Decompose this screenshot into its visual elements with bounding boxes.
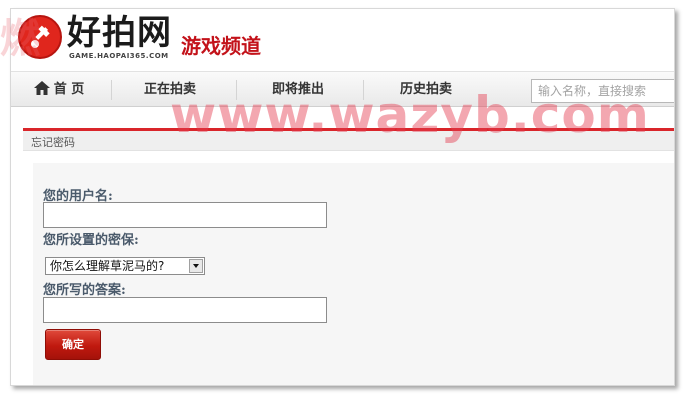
dropdown-arrow-icon[interactable] [189, 259, 203, 273]
security-question-label: 您所设置的密保: [43, 233, 139, 248]
home-icon [33, 81, 50, 95]
answer-label: 您所写的答案: [43, 283, 126, 298]
logo-name[interactable]: 好拍网 [67, 13, 172, 53]
security-question-value: 你怎么理解草泥马的? [50, 259, 165, 273]
watermark-left: 燃 [0, 16, 40, 62]
nav-divider [111, 80, 112, 100]
section-title: 忘记密码 [31, 136, 75, 149]
forgot-password-form: 您的用户名: 您所设置的密保: 你怎么理解草泥马的? 您所写的答案: 确定 [33, 163, 674, 385]
page-frame: 好拍网 GAME.HAOPAI365.COM 游戏频道 首 页 正在拍卖 即将推… [10, 8, 675, 386]
logo-domain: GAME.HAOPAI365.COM [69, 52, 169, 60]
channel-title: 游戏频道 [181, 34, 261, 58]
watermark-url: www.wazyb.com [170, 86, 650, 144]
username-field[interactable] [43, 202, 327, 228]
answer-field[interactable] [43, 297, 327, 323]
nav-item-home[interactable]: 首 页 [31, 72, 87, 108]
security-question-select[interactable]: 你怎么理解草泥马的? [45, 257, 205, 275]
site-header: 好拍网 GAME.HAOPAI365.COM 游戏频道 [11, 9, 674, 71]
confirm-button[interactable]: 确定 [45, 329, 101, 360]
nav-home-label: 首 页 [53, 82, 85, 97]
